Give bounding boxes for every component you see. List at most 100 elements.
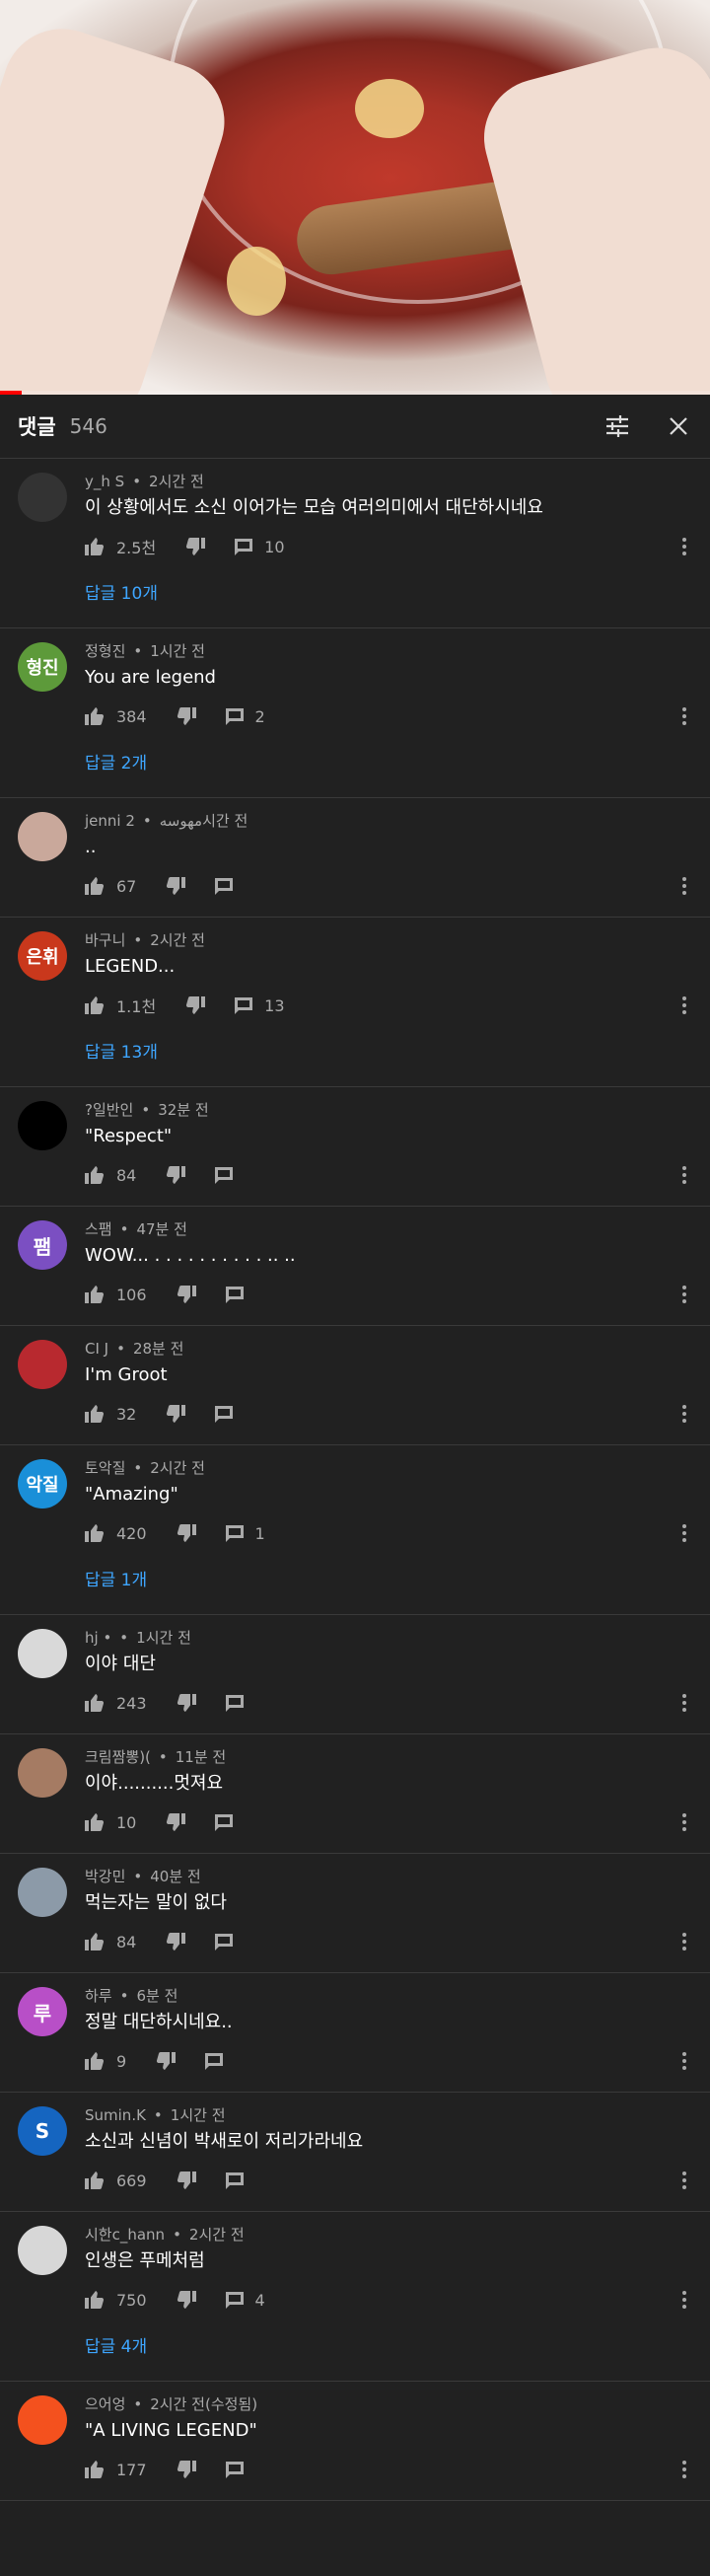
like-button[interactable]: 750 xyxy=(85,2291,147,2310)
reply-button[interactable] xyxy=(205,2052,235,2070)
reply-button[interactable] xyxy=(215,1405,245,1423)
video-progress-bar[interactable] xyxy=(0,391,710,395)
reply-button[interactable] xyxy=(215,1166,245,1184)
reply-button[interactable] xyxy=(225,2461,255,2478)
avatar[interactable] xyxy=(18,473,67,522)
avatar[interactable] xyxy=(18,2395,67,2445)
reply-button[interactable]: 1 xyxy=(225,1524,265,1543)
reply-button[interactable]: 10 xyxy=(235,538,285,556)
dislike-button[interactable] xyxy=(166,1813,186,1831)
avatar[interactable]: S xyxy=(18,2106,67,2156)
video-player[interactable] xyxy=(0,0,710,395)
dislike-button[interactable] xyxy=(156,2052,177,2070)
reply-button[interactable] xyxy=(215,1813,245,1831)
more-options-icon[interactable] xyxy=(674,532,694,561)
like-button[interactable]: 384 xyxy=(85,707,147,726)
reply-button[interactable] xyxy=(215,1933,245,1950)
like-button[interactable]: 67 xyxy=(85,877,136,896)
comment-author[interactable]: hj • xyxy=(85,1629,111,1647)
dislike-button[interactable] xyxy=(177,2461,196,2478)
view-replies-link[interactable]: 답글 2개 xyxy=(85,737,692,787)
comment-author[interactable]: y_h S xyxy=(85,473,124,490)
dislike-button[interactable] xyxy=(185,996,206,1014)
avatar[interactable] xyxy=(18,1868,67,1917)
comment-author[interactable]: 으어엉 xyxy=(85,2395,125,2413)
filter-icon[interactable] xyxy=(604,412,631,440)
close-icon[interactable] xyxy=(665,412,692,440)
like-button[interactable]: 1.1천 xyxy=(85,994,156,1017)
avatar[interactable]: 형진 xyxy=(18,642,67,692)
like-button[interactable]: 420 xyxy=(85,1524,147,1543)
dislike-button[interactable] xyxy=(166,1405,186,1423)
avatar[interactable] xyxy=(18,1748,67,1798)
more-options-icon[interactable] xyxy=(674,2285,694,2315)
comment-author[interactable]: 하루 xyxy=(85,1987,112,2005)
more-options-icon[interactable] xyxy=(674,1518,694,1548)
more-options-icon[interactable] xyxy=(674,1688,694,1718)
like-button[interactable]: 669 xyxy=(85,2171,147,2190)
like-button[interactable]: 84 xyxy=(85,1166,136,1185)
comment-author[interactable]: 스팸 xyxy=(85,1220,112,1238)
view-replies-link[interactable]: 답글 10개 xyxy=(85,567,692,618)
like-button[interactable]: 106 xyxy=(85,1286,147,1304)
more-options-icon[interactable] xyxy=(674,1280,694,1309)
comment-author[interactable]: 바구니 xyxy=(85,931,125,949)
dislike-button[interactable] xyxy=(177,707,196,725)
view-replies-link[interactable]: 답글 4개 xyxy=(85,2320,692,2371)
reply-button[interactable]: 2 xyxy=(225,707,265,726)
reply-button[interactable] xyxy=(225,2171,255,2189)
dislike-button[interactable] xyxy=(166,1166,186,1184)
comment-author[interactable]: ?일반인 xyxy=(85,1101,133,1119)
avatar[interactable] xyxy=(18,1340,67,1389)
thumbs-up-icon xyxy=(85,996,105,1014)
avatar[interactable]: 팸 xyxy=(18,1220,67,1270)
avatar[interactable] xyxy=(18,812,67,861)
avatar[interactable] xyxy=(18,1101,67,1150)
reply-button[interactable]: 13 xyxy=(235,996,285,1015)
reply-button[interactable] xyxy=(225,1286,255,1303)
more-options-icon[interactable] xyxy=(674,701,694,731)
dislike-button[interactable] xyxy=(177,1286,196,1303)
avatar[interactable]: 악질 xyxy=(18,1459,67,1509)
more-options-icon[interactable] xyxy=(674,991,694,1020)
comment-author[interactable]: 토악질 xyxy=(85,1459,125,1477)
comment-author[interactable]: 시한c_hann xyxy=(85,2226,165,2244)
more-options-icon[interactable] xyxy=(674,1160,694,1190)
dislike-button[interactable] xyxy=(185,538,206,555)
dislike-button[interactable] xyxy=(177,2291,196,2309)
more-options-icon[interactable] xyxy=(674,1927,694,1956)
view-replies-link[interactable]: 답글 13개 xyxy=(85,1026,692,1076)
comment-author[interactable]: CI J xyxy=(85,1340,108,1358)
comment-author[interactable]: 박강민 xyxy=(85,1868,125,1885)
dislike-button[interactable] xyxy=(177,2171,196,2189)
avatar[interactable]: 루 xyxy=(18,1987,67,2036)
dislike-button[interactable] xyxy=(177,1524,196,1542)
reply-button[interactable] xyxy=(225,1694,255,1712)
avatar[interactable]: 은휘 xyxy=(18,931,67,981)
comment-author[interactable]: 크림짬뽕)( xyxy=(85,1748,151,1766)
like-button[interactable]: 32 xyxy=(85,1405,136,1424)
more-options-icon[interactable] xyxy=(674,1399,694,1429)
more-options-icon[interactable] xyxy=(674,871,694,901)
dislike-button[interactable] xyxy=(166,1933,186,1950)
more-options-icon[interactable] xyxy=(674,2046,694,2076)
like-button[interactable]: 177 xyxy=(85,2461,147,2479)
like-button[interactable]: 2.5천 xyxy=(85,535,156,558)
like-button[interactable]: 243 xyxy=(85,1694,147,1713)
like-button[interactable]: 9 xyxy=(85,2052,126,2071)
comment-author[interactable]: Sumin.K xyxy=(85,2106,146,2124)
more-options-icon[interactable] xyxy=(674,2455,694,2484)
like-button[interactable]: 84 xyxy=(85,1933,136,1951)
reply-button[interactable]: 4 xyxy=(225,2291,265,2310)
more-options-icon[interactable] xyxy=(674,2166,694,2195)
more-options-icon[interactable] xyxy=(674,1807,694,1837)
avatar[interactable] xyxy=(18,1629,67,1678)
dislike-button[interactable] xyxy=(177,1694,196,1712)
reply-button[interactable] xyxy=(215,877,245,895)
like-button[interactable]: 10 xyxy=(85,1813,136,1832)
dislike-button[interactable] xyxy=(166,877,186,895)
avatar[interactable] xyxy=(18,2226,67,2275)
comment-text: "Amazing" xyxy=(85,1484,178,1505)
view-replies-link[interactable]: 답글 1개 xyxy=(85,1554,692,1604)
comment-author[interactable]: 정형진 xyxy=(85,642,125,660)
